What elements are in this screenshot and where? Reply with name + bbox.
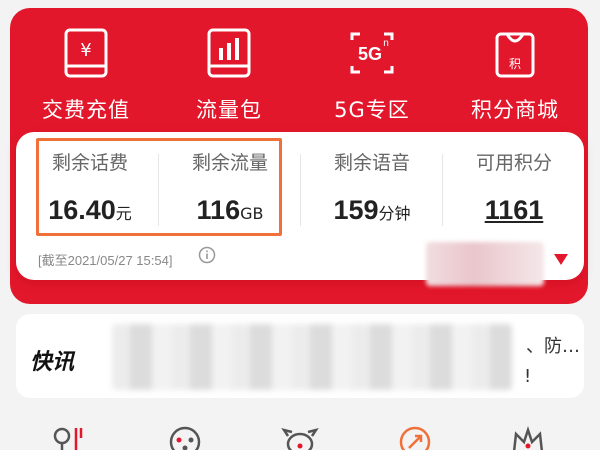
news-text-tail: 、防… xyxy=(526,336,580,357)
balance-panel: 剩余话费 16.40元 剩余流量 116GB 剩余语音 159分钟 可用积分 1… xyxy=(16,132,584,286)
stat-title: 可用积分 xyxy=(475,152,552,174)
shortcut-5g-zone[interactable]: 5G n 5G专区 xyxy=(302,26,442,124)
shortcut-label: 流量包 xyxy=(196,98,262,122)
stat-value: 1161 xyxy=(484,195,544,225)
stat-unit: 元 xyxy=(115,204,132,223)
info-icon[interactable] xyxy=(198,246,216,264)
video-reel-icon[interactable] xyxy=(165,424,205,450)
data-bars-icon xyxy=(207,28,251,78)
stat-title: 剩余话费 xyxy=(51,152,128,174)
shortcut-data-pack[interactable]: 流量包 xyxy=(159,26,299,124)
stat-balance[interactable]: 剩余话费 16.40元 xyxy=(20,148,160,226)
stat-value-row: 116GB xyxy=(160,195,300,226)
updated-timestamp: [截至2021/05/27 15:54] xyxy=(38,253,173,268)
expand-down-icon[interactable] xyxy=(554,254,568,265)
stat-value: 16.40 xyxy=(48,195,116,225)
shortcut-points-mall[interactable]: 积 积分商城 xyxy=(445,26,585,124)
stat-voice[interactable]: 剩余语音 159分钟 xyxy=(302,148,442,226)
crown-icon[interactable] xyxy=(508,424,548,450)
blurred-news-text xyxy=(112,324,512,390)
pet-icon[interactable] xyxy=(280,424,320,450)
stat-value-row: 1161 xyxy=(444,195,584,226)
points-glyph: 积 xyxy=(509,57,521,71)
rocket-icon[interactable] xyxy=(395,424,435,450)
news-text-tail: ! xyxy=(524,366,532,387)
divider xyxy=(300,154,301,226)
yen-glyph: ¥ xyxy=(80,40,91,61)
stat-value-row: 159分钟 xyxy=(302,195,442,226)
shopping-bag-icon: 积 xyxy=(495,32,535,78)
yen-card-icon: ¥ xyxy=(64,28,108,78)
divider xyxy=(158,154,159,226)
shortcut-label: 积分商城 xyxy=(471,98,559,122)
stat-value: 116 xyxy=(196,195,241,225)
stat-title: 剩余语音 xyxy=(333,152,410,174)
news-logo: 快讯 xyxy=(30,344,74,376)
stat-unit: GB xyxy=(240,204,264,223)
shortcut-label: 交费充值 xyxy=(42,98,130,122)
shortcut-label: 5G专区 xyxy=(334,98,410,122)
news-ticker[interactable]: 快讯 、防… ! xyxy=(16,314,584,398)
blurred-redaction xyxy=(426,242,544,286)
stat-value: 159 xyxy=(333,195,379,225)
stat-data[interactable]: 剩余流量 116GB xyxy=(160,148,300,226)
divider xyxy=(442,154,443,226)
dining-icon[interactable] xyxy=(50,424,90,450)
5g-icon: 5G n xyxy=(350,32,394,74)
5g-sup-glyph: n xyxy=(383,38,389,49)
shortcut-recharge[interactable]: ¥ 交费充值 xyxy=(16,26,156,124)
5g-glyph: 5G xyxy=(358,44,382,64)
stat-points[interactable]: 可用积分 1161 xyxy=(444,148,584,226)
stat-unit: 分钟 xyxy=(378,204,411,223)
news-logo-text: 快讯 xyxy=(30,349,75,374)
stat-value-row: 16.40元 xyxy=(20,195,160,226)
stat-title: 剩余流量 xyxy=(191,152,268,174)
